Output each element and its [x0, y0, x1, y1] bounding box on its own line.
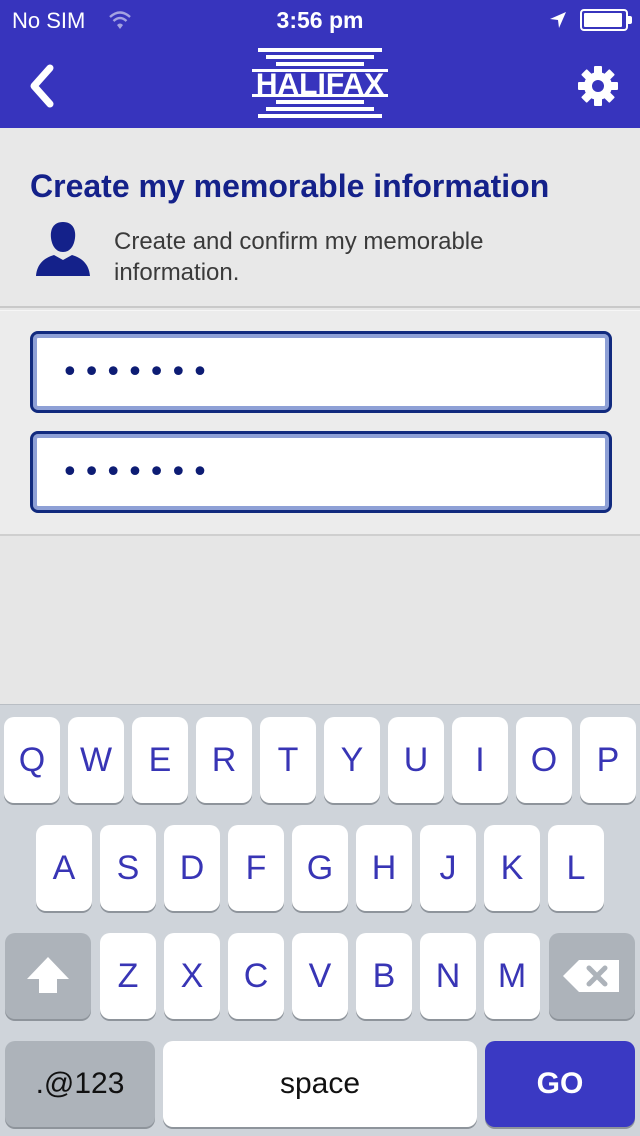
page-title: Create my memorable information [30, 168, 550, 204]
confirm-memorable-info-field[interactable] [30, 431, 612, 513]
key-i[interactable]: I [452, 717, 508, 803]
backspace-key[interactable] [549, 933, 635, 1019]
key-f[interactable]: F [228, 825, 284, 911]
memorable-info-field[interactable] [30, 331, 612, 413]
key-b[interactable]: B [356, 933, 412, 1019]
key-m[interactable]: M [484, 933, 540, 1019]
key-h[interactable]: H [356, 825, 412, 911]
battery-level [584, 13, 622, 27]
location-arrow-icon [550, 12, 566, 28]
memorable-info-form [0, 310, 640, 536]
gear-icon[interactable] [576, 64, 620, 108]
key-v[interactable]: V [292, 933, 348, 1019]
page-subtitle: Create and confirm my memorable informat… [114, 228, 484, 286]
onscreen-keyboard: .@123 space GO QWERTYUIOP ASDFGHJKL ZXCVBN… [0, 704, 640, 1136]
key-z[interactable]: Z [100, 933, 156, 1019]
shift-arrow-icon [27, 957, 69, 993]
key-a[interactable]: A [36, 825, 92, 911]
logo-text: HALIFAX [255, 68, 385, 101]
key-x[interactable]: X [164, 933, 220, 1019]
key-p[interactable]: P [580, 717, 636, 803]
key-s[interactable]: S [100, 825, 156, 911]
key-r[interactable]: R [196, 717, 252, 803]
battery-icon [580, 9, 632, 31]
key-c[interactable]: C [228, 933, 284, 1019]
status-time: 3:56 pm [276, 7, 364, 33]
person-silhouette-icon [36, 222, 90, 276]
memorable-info-input[interactable] [41, 342, 601, 402]
key-j[interactable]: J [420, 825, 476, 911]
confirm-memorable-info-input[interactable] [41, 442, 601, 502]
backspace-icon [563, 960, 619, 992]
key-o[interactable]: O [516, 717, 572, 803]
go-key[interactable]: GO [485, 1041, 635, 1127]
numbers-key[interactable]: .@123 [5, 1041, 155, 1127]
key-d[interactable]: D [164, 825, 220, 911]
key-g[interactable]: G [292, 825, 348, 911]
key-n[interactable]: N [420, 933, 476, 1019]
key-e[interactable]: E [132, 717, 188, 803]
key-l[interactable]: L [548, 825, 604, 911]
key-w[interactable]: W [68, 717, 124, 803]
page-header: Create my memorable information Create a… [0, 128, 640, 308]
key-k[interactable]: K [484, 825, 540, 911]
chevron-left-icon[interactable] [22, 62, 62, 110]
key-q[interactable]: Q [4, 717, 60, 803]
shift-key[interactable] [5, 933, 91, 1019]
key-y[interactable]: Y [324, 717, 380, 803]
key-t[interactable]: T [260, 717, 316, 803]
status-bar: No SIM 3:56 pm [0, 0, 640, 40]
space-key[interactable]: space [163, 1041, 477, 1127]
key-u[interactable]: U [388, 717, 444, 803]
top-bar: No SIM 3:56 pm HALIFAX [0, 0, 640, 128]
halifax-logo: HALIFAX [252, 46, 388, 120]
